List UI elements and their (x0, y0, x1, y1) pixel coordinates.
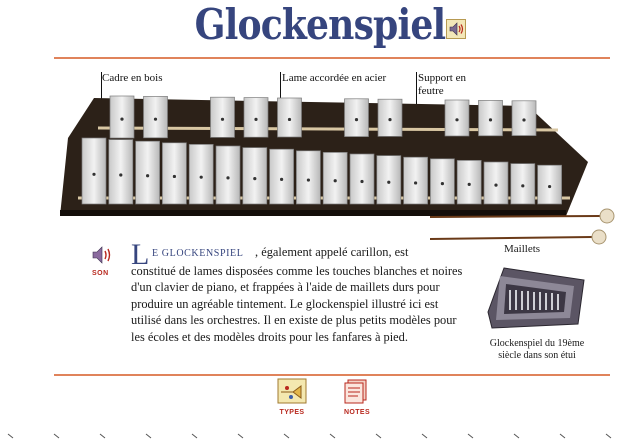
front-bar (188, 144, 214, 205)
sound-button[interactable] (90, 244, 114, 266)
ruler-tick (467, 433, 474, 439)
ruler-tick (283, 433, 290, 439)
sound-label[interactable]: SON (92, 270, 109, 277)
front-bar (376, 155, 402, 205)
ruler-tick (421, 433, 428, 439)
front-bar (537, 164, 562, 205)
speaker-icon (92, 246, 111, 264)
back-bar (210, 96, 235, 138)
bar-pin (120, 117, 124, 121)
bar-pin (455, 118, 459, 122)
notes-button[interactable]: NOTES (341, 378, 373, 416)
front-bar (403, 156, 428, 205)
title-sound-button[interactable] (446, 19, 466, 39)
bar-pin (360, 179, 364, 184)
bar-pin (172, 174, 176, 179)
bar-pin (220, 117, 225, 121)
front-bar (322, 152, 348, 205)
ruler-tick (605, 433, 612, 439)
bar-pin (488, 118, 493, 122)
front-bar (108, 139, 134, 205)
case-image[interactable] (486, 262, 586, 334)
page-title: Glockenspiel (194, 0, 446, 49)
bar-pin (146, 174, 150, 178)
mallets-illustration (429, 208, 615, 245)
bar-pin (521, 184, 525, 188)
types-button[interactable]: TYPES (276, 378, 308, 416)
trumpet-icon (277, 378, 307, 404)
bar-pin (306, 178, 310, 182)
ruler-tick (145, 433, 152, 439)
back-bar (277, 97, 302, 138)
back-bar (511, 100, 537, 136)
ruler-tick (237, 433, 244, 439)
bar-pin (92, 172, 96, 176)
front-bar (135, 140, 160, 205)
front-bar (483, 161, 509, 205)
article-line1-rest: , également appelé carillon, est (255, 245, 409, 259)
ruler-tick (375, 433, 382, 439)
bar-pin (414, 181, 418, 185)
article-body: constitué de lames disposées comme les t… (131, 263, 463, 344)
back-bar (109, 95, 135, 139)
speaker-icon (449, 22, 464, 36)
article-lead: E GLOCKENSPIEL (152, 248, 244, 259)
bar-pin (199, 175, 203, 179)
bar-pin (387, 180, 391, 184)
front-bar (242, 147, 268, 205)
bar-pin (388, 118, 392, 122)
back-bar (243, 97, 269, 138)
article-text: E GLOCKENSPIEL , également appelé carillo… (131, 244, 470, 345)
notes-label: NOTES (343, 409, 371, 416)
ruler-tick (99, 433, 106, 439)
front-bar (430, 158, 455, 205)
bar-pin (287, 117, 292, 122)
back-bar (444, 99, 470, 137)
ruler-tick (513, 433, 520, 439)
callout-bar: Lame accordée en acier (282, 72, 387, 84)
back-bar (377, 98, 403, 137)
bar-pin (226, 176, 230, 180)
mallets-label: Maillets (504, 243, 541, 255)
front-bar (81, 137, 107, 205)
ruler-tick (329, 433, 336, 439)
ruler-tick (191, 433, 198, 439)
bar-pin (467, 182, 471, 186)
bar-pin (494, 183, 498, 187)
bar-pin (280, 177, 284, 181)
bar-pin (522, 118, 526, 122)
bar-pin (440, 182, 444, 186)
back-bar (143, 96, 168, 139)
front-bar (349, 153, 375, 205)
types-label: TYPES (279, 409, 305, 416)
ruler-tick (7, 433, 14, 439)
glockenspiel-illustration (60, 95, 588, 216)
bar-pin (254, 117, 258, 121)
callout-support-line1: Support en (418, 72, 466, 84)
back-bar (478, 100, 503, 137)
bar-pin (333, 179, 337, 183)
footer-rule (54, 374, 610, 376)
bar-pin (119, 173, 123, 177)
back-bar (344, 98, 369, 137)
front-bar (296, 150, 321, 205)
front-bar (162, 142, 187, 205)
header-rule (54, 57, 610, 59)
bar-pin (153, 117, 158, 121)
ruler-tick (53, 433, 60, 439)
front-bar (510, 163, 536, 205)
front-bar (269, 148, 294, 205)
bar-pin (354, 117, 359, 122)
front-bar (215, 145, 241, 205)
bar-pin (548, 184, 552, 189)
bar-pin (253, 177, 257, 181)
bottom-tick-ruler (7, 433, 612, 439)
ruler-tick (559, 433, 566, 439)
callout-frame: Cadre en bois (102, 72, 163, 84)
notes-icon (344, 379, 367, 404)
front-bar (456, 160, 482, 205)
case-caption: Glockenspiel du 19ème siècle dans son ét… (489, 338, 585, 361)
